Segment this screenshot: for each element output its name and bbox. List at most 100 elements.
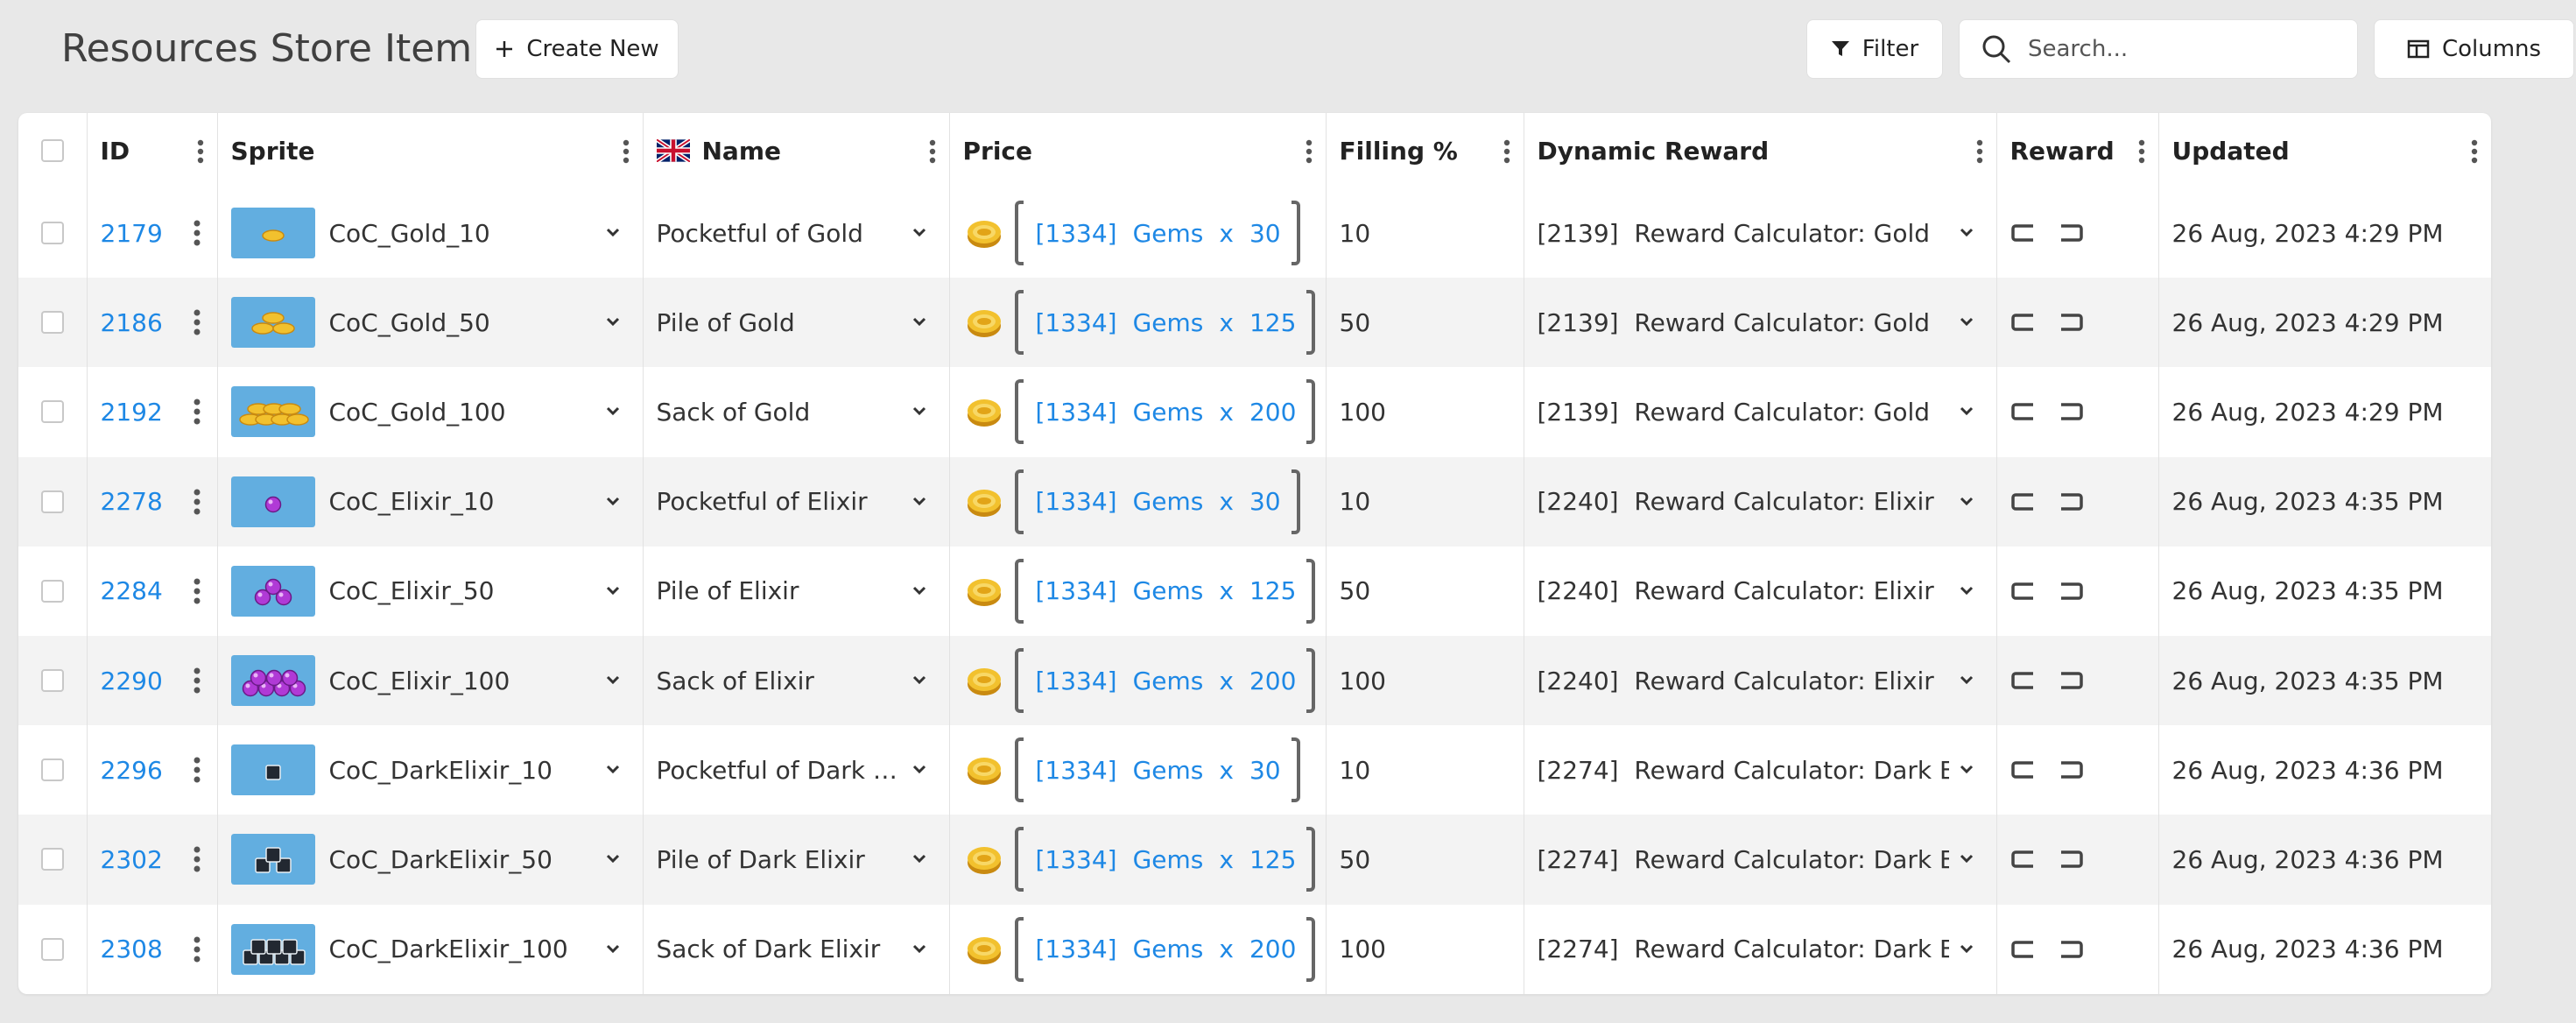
name-cell[interactable]: Pocketful of Dark E...: [643, 725, 950, 815]
column-menu-icon[interactable]: [1975, 139, 1984, 164]
table-row[interactable]: 2284 CoC_Elixir_50 Pile of Elixir [1334]…: [18, 546, 2491, 636]
row-checkbox[interactable]: [40, 758, 64, 782]
row-id-link[interactable]: 2302: [101, 845, 163, 874]
row-menu-icon[interactable]: [193, 577, 201, 605]
table-row[interactable]: 2308 CoC_DarkElixir_100 Sack of Dark Eli…: [18, 904, 2491, 994]
row-menu-icon[interactable]: [193, 398, 201, 426]
price-item[interactable]: Gems: [1133, 487, 1204, 516]
price-quantity[interactable]: 30: [1249, 219, 1281, 248]
dynamic-reward-cell[interactable]: [2274] Reward Calculator: Dark Elixir: [1524, 904, 1997, 994]
price-quantity[interactable]: 30: [1249, 756, 1281, 785]
column-header-dynamic-reward[interactable]: Dynamic Reward: [1524, 113, 1997, 188]
table-row[interactable]: 2290 CoC_Elixir_100 Sack of Elixir [1334…: [18, 635, 2491, 726]
row-checkbox[interactable]: [40, 937, 64, 961]
dynamic-reward-cell[interactable]: [2240] Reward Calculator: Elixir: [1524, 456, 1997, 547]
row-menu-icon[interactable]: [193, 219, 201, 247]
chevron-down-icon[interactable]: [912, 854, 926, 864]
price-ref[interactable]: [1334]: [1036, 756, 1117, 785]
price-cell[interactable]: [1334] Gems x 200: [949, 635, 1327, 726]
reward-cell[interactable]: [1996, 815, 2159, 905]
chevron-down-icon[interactable]: [606, 497, 620, 505]
price-cell[interactable]: [1334] Gems x 200: [949, 904, 1327, 994]
price-quantity[interactable]: 125: [1249, 576, 1296, 605]
chevron-down-icon[interactable]: [1960, 317, 1974, 327]
dynamic-reward-cell[interactable]: [2139] Reward Calculator: Gold: [1524, 367, 1997, 457]
chevron-down-icon[interactable]: [912, 586, 926, 595]
dynamic-reward-cell[interactable]: [2139] Reward Calculator: Gold: [1524, 188, 1997, 279]
row-menu-icon[interactable]: [193, 308, 201, 336]
reward-cell[interactable]: [1996, 456, 2159, 547]
reward-cell[interactable]: [1996, 725, 2159, 815]
row-id-link[interactable]: 2278: [101, 487, 163, 516]
name-cell[interactable]: Pile of Dark Elixir: [643, 815, 950, 905]
table-row[interactable]: 2302 CoC_DarkElixir_50 Pile of Dark Elix…: [18, 815, 2491, 905]
price-item[interactable]: Gems: [1133, 219, 1204, 248]
name-cell[interactable]: Sack of Elixir: [643, 635, 950, 726]
sprite-cell[interactable]: CoC_Elixir_50: [217, 546, 644, 636]
chevron-down-icon[interactable]: [606, 675, 620, 685]
sprite-cell[interactable]: CoC_Gold_100: [217, 367, 644, 457]
column-header-name[interactable]: Name: [643, 113, 950, 188]
chevron-down-icon[interactable]: [912, 406, 926, 416]
price-item[interactable]: Gems: [1133, 845, 1204, 874]
price-quantity[interactable]: 200: [1249, 667, 1296, 695]
row-menu-icon[interactable]: [193, 756, 201, 784]
chevron-down-icon[interactable]: [606, 317, 620, 327]
column-menu-icon[interactable]: [2137, 139, 2146, 164]
price-item[interactable]: Gems: [1133, 756, 1204, 785]
price-quantity[interactable]: 30: [1249, 487, 1281, 516]
chevron-down-icon[interactable]: [1960, 944, 1974, 953]
chevron-down-icon[interactable]: [606, 854, 620, 864]
name-cell[interactable]: Pile of Elixir: [643, 546, 950, 636]
chevron-down-icon[interactable]: [606, 406, 620, 416]
row-checkbox[interactable]: [40, 669, 64, 693]
dynamic-reward-cell[interactable]: [2139] Reward Calculator: Gold: [1524, 278, 1997, 368]
row-id-link[interactable]: 2296: [101, 756, 163, 785]
price-item[interactable]: Gems: [1133, 667, 1204, 695]
price-quantity[interactable]: 125: [1249, 845, 1296, 874]
row-id-link[interactable]: 2308: [101, 935, 163, 963]
reward-cell[interactable]: [1996, 188, 2159, 279]
table-row[interactable]: 2278 CoC_Elixir_10 Pocketful of Elixir […: [18, 456, 2491, 547]
column-menu-icon[interactable]: [1503, 139, 1511, 164]
dynamic-reward-cell[interactable]: [2240] Reward Calculator: Elixir: [1524, 635, 1997, 726]
sprite-cell[interactable]: CoC_Gold_50: [217, 278, 644, 368]
price-item[interactable]: Gems: [1133, 308, 1204, 337]
price-cell[interactable]: [1334] Gems x 125: [949, 815, 1327, 905]
column-header-filling[interactable]: Filling %: [1326, 113, 1524, 188]
table-row[interactable]: 2179 CoC_Gold_10 Pocketful of Gold [1334…: [18, 188, 2491, 279]
select-all-checkbox[interactable]: [40, 139, 64, 162]
sprite-cell[interactable]: CoC_Elixir_100: [217, 635, 644, 726]
create-new-button[interactable]: Create New: [475, 19, 679, 79]
name-cell[interactable]: Pocketful of Elixir: [643, 456, 950, 547]
name-cell[interactable]: Pile of Gold: [643, 278, 950, 368]
dynamic-reward-cell[interactable]: [2274] Reward Calculator: Dark Elixir: [1524, 815, 1997, 905]
dynamic-reward-cell[interactable]: [2274] Reward Calculator: Dark Elixir: [1524, 725, 1997, 815]
row-checkbox[interactable]: [40, 848, 64, 871]
chevron-down-icon[interactable]: [912, 228, 926, 237]
row-id-link[interactable]: 2192: [101, 398, 163, 427]
chevron-down-icon[interactable]: [1960, 406, 1974, 416]
chevron-down-icon[interactable]: [912, 675, 926, 685]
reward-cell[interactable]: [1996, 635, 2159, 726]
sprite-cell[interactable]: CoC_DarkElixir_100: [217, 904, 644, 994]
price-ref[interactable]: [1334]: [1036, 935, 1117, 963]
table-row[interactable]: 2186 CoC_Gold_50 Pile of Gold [1334] Gem…: [18, 278, 2491, 368]
name-cell[interactable]: Pocketful of Gold: [643, 188, 950, 279]
chevron-down-icon[interactable]: [606, 586, 620, 595]
column-menu-icon[interactable]: [2470, 139, 2479, 164]
chevron-down-icon[interactable]: [1960, 765, 1974, 774]
column-menu-icon[interactable]: [196, 139, 205, 164]
column-menu-icon[interactable]: [928, 139, 937, 164]
price-ref[interactable]: [1334]: [1036, 576, 1117, 605]
price-item[interactable]: Gems: [1133, 935, 1204, 963]
column-header-sprite[interactable]: Sprite: [217, 113, 644, 188]
row-checkbox[interactable]: [40, 311, 64, 335]
name-cell[interactable]: Sack of Dark Elixir: [643, 904, 950, 994]
search-input[interactable]: [2026, 35, 2345, 63]
chevron-down-icon[interactable]: [912, 317, 926, 327]
reward-cell[interactable]: [1996, 278, 2159, 368]
price-item[interactable]: Gems: [1133, 576, 1204, 605]
price-cell[interactable]: [1334] Gems x 30: [949, 725, 1327, 815]
row-id-link[interactable]: 2179: [101, 219, 163, 248]
